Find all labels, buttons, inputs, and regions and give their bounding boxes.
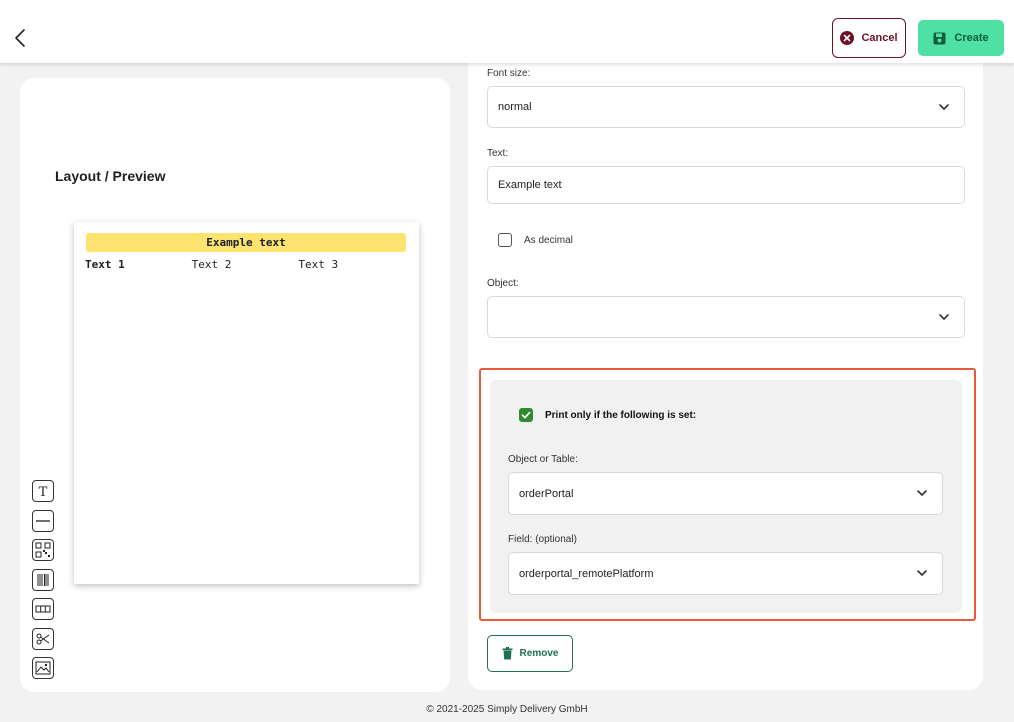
layout-preview-title: Layout / Preview — [55, 168, 166, 184]
receipt-preview[interactable]: Example text Text 1 Text 2 Text 3 — [74, 222, 419, 584]
text-input[interactable]: Example text — [487, 166, 965, 204]
text-label: Text: — [487, 148, 509, 159]
as-decimal-checkbox[interactable] — [498, 233, 512, 247]
remove-button-label: Remove — [519, 648, 559, 659]
svg-text:T: T — [39, 485, 48, 498]
field-optional-label: Field: (optional) — [508, 534, 577, 545]
text-input-value: Example text — [498, 179, 562, 191]
chevron-down-icon — [939, 314, 949, 320]
font-size-label: Font size: — [487, 68, 531, 79]
create-button[interactable]: Create — [918, 20, 1004, 56]
object-label: Object: — [487, 278, 519, 289]
object-select[interactable] — [487, 296, 965, 338]
preview-columns-row[interactable]: Text 1 Text 2 Text 3 — [85, 258, 405, 271]
print-condition-label: Print only if the following is set: — [545, 410, 697, 421]
barcode-tool-icon — [37, 573, 49, 586]
check-icon — [521, 411, 531, 419]
preview-column-3: Text 3 — [298, 258, 339, 271]
add-line-button[interactable] — [32, 509, 54, 532]
image-tool-icon — [35, 661, 51, 675]
remove-button[interactable]: Remove — [487, 635, 573, 672]
chevron-down-icon — [917, 570, 927, 576]
font-size-select[interactable]: normal — [487, 86, 965, 128]
add-image-button[interactable] — [32, 657, 54, 679]
object-table-label: Object or Table: — [508, 454, 578, 465]
copyright-footer: © 2021-2025 Simply Delivery GmbH — [426, 704, 588, 715]
object-table-value: orderPortal — [519, 487, 574, 500]
table-tool-icon — [35, 605, 51, 613]
cut-tool-icon — [36, 633, 50, 644]
create-button-label: Create — [954, 32, 989, 44]
cancel-circle-icon — [840, 31, 855, 45]
object-table-select[interactable]: orderPortal — [508, 472, 943, 515]
back-button[interactable] — [8, 25, 32, 51]
font-size-value: normal — [498, 101, 532, 113]
cancel-button-label: Cancel — [861, 32, 898, 44]
add-text-button[interactable]: T — [32, 480, 54, 502]
add-cut-button[interactable] — [32, 627, 54, 650]
line-tool-icon — [36, 519, 50, 522]
qr-code-tool-icon — [35, 542, 51, 558]
add-barcode-button[interactable] — [32, 568, 54, 591]
top-bar: Cancel Create — [0, 0, 1014, 63]
chevron-left-icon — [15, 29, 25, 47]
trash-icon — [502, 647, 513, 660]
print-condition-checkbox[interactable] — [519, 408, 533, 422]
preview-column-2: Text 2 — [191, 258, 232, 271]
cancel-button[interactable]: Cancel — [832, 18, 906, 58]
as-decimal-label: As decimal — [524, 235, 573, 246]
preview-column-1: Text 1 — [85, 258, 125, 271]
add-table-button[interactable] — [32, 598, 54, 620]
preview-header-text[interactable]: Example text — [86, 233, 406, 252]
add-qr-code-button[interactable] — [32, 539, 54, 561]
field-value: orderportal_remotePlatform — [519, 567, 654, 580]
field-select[interactable]: orderportal_remotePlatform — [508, 552, 943, 595]
text-tool-icon: T — [39, 485, 48, 498]
chevron-down-icon — [939, 104, 949, 110]
element-toolbox: T — [32, 480, 56, 687]
save-icon — [933, 32, 946, 44]
layout-preview-panel: Layout / Preview Example text Text 1 Tex… — [20, 78, 450, 692]
chevron-down-icon — [917, 490, 927, 496]
